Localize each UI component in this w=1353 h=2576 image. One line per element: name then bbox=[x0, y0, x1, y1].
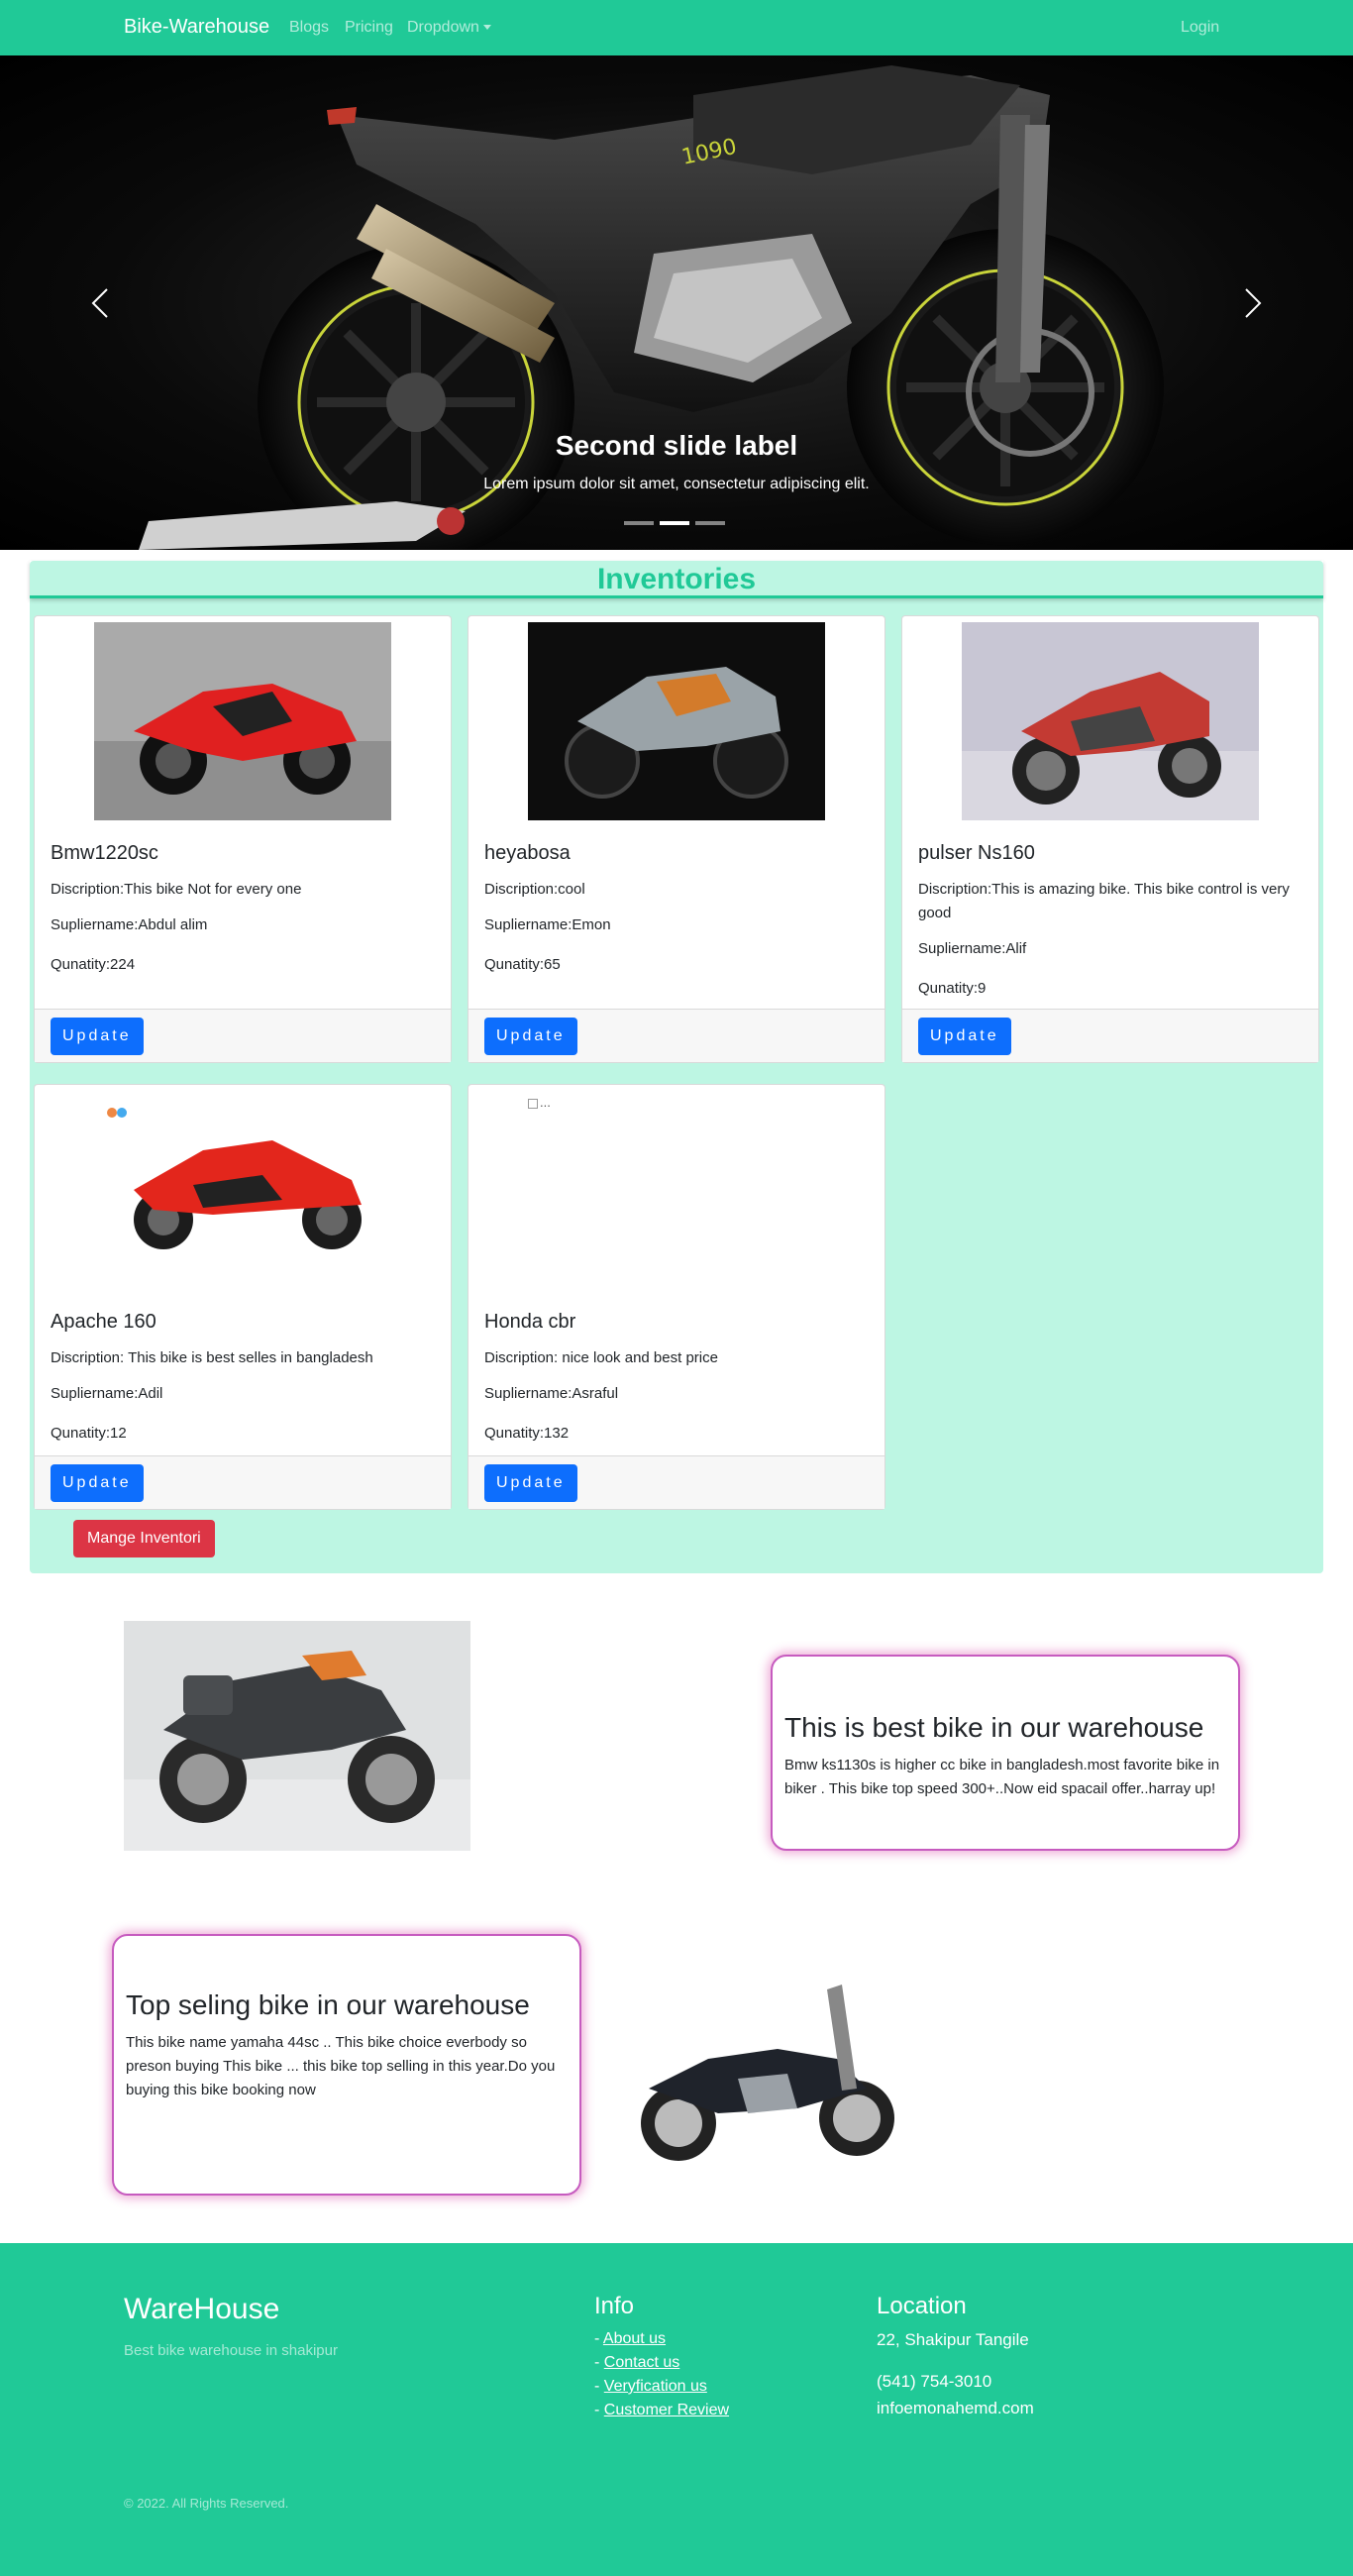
item-quantity: Qunatity:12 bbox=[51, 1425, 127, 1442]
item-description: Discription:This is amazing bike. This b… bbox=[918, 881, 1290, 921]
footer-email: infoemonahemd.com bbox=[877, 2399, 1034, 2417]
carousel-next-icon[interactable] bbox=[1232, 283, 1272, 323]
item-quantity: Qunatity:9 bbox=[918, 980, 987, 997]
bike-image-bmw bbox=[94, 622, 391, 820]
inventory-card: ... Honda cbr Discription: nice look and… bbox=[468, 1084, 885, 1510]
feature-bike-image-1 bbox=[124, 1621, 470, 1851]
update-button[interactable]: Update bbox=[51, 1464, 144, 1502]
inventory-title: Inventories bbox=[30, 561, 1323, 598]
verification-link[interactable]: Veryfication us bbox=[604, 2378, 707, 2395]
item-supplier: Supliername:Adil bbox=[51, 1385, 163, 1402]
update-button[interactable]: Update bbox=[484, 1018, 577, 1055]
feature-card-1: This is best bike in our warehouse Bmw k… bbox=[771, 1655, 1240, 1851]
inventory-card: Apache 160 Discription: This bike is bes… bbox=[34, 1084, 452, 1510]
feature-title: Top seling bike in our warehouse bbox=[126, 1989, 530, 2020]
footer-info-title: Info bbox=[594, 2293, 635, 2319]
bike-image-apache bbox=[94, 1091, 391, 1289]
item-supplier: Supliername:Abdul alim bbox=[51, 916, 208, 933]
update-button[interactable]: Update bbox=[51, 1018, 144, 1055]
footer-copyright: © 2022. All Rights Reserved. bbox=[124, 2496, 289, 2511]
footer-link-review: - Customer Review bbox=[594, 2402, 730, 2418]
feature-card-2: Top seling bike in our warehouse This bi… bbox=[112, 1934, 581, 2196]
feature-text: This bike name yamaha 44sc .. This bike … bbox=[126, 2034, 556, 2098]
caret-down-icon bbox=[482, 25, 491, 31]
hero-carousel: 1090 Second slide label Lorem ipsum dolo… bbox=[0, 55, 1353, 550]
card-footer: Update bbox=[35, 1455, 451, 1509]
footer-link-contact: - Contact us bbox=[594, 2354, 680, 2371]
contact-us-link[interactable]: Contact us bbox=[604, 2354, 679, 2371]
carousel-indicators bbox=[624, 521, 725, 525]
item-name: Bmw1220sc bbox=[51, 842, 158, 864]
footer-link-about: - About us bbox=[594, 2330, 667, 2347]
nav-dropdown-label: Dropdown bbox=[407, 19, 479, 36]
footer-link-verification: - Veryfication us bbox=[594, 2378, 707, 2395]
footer: WareHouse Best bike warehouse in shakipu… bbox=[0, 2243, 1353, 2576]
bike-image-pulser bbox=[962, 622, 1259, 820]
inventory-card: pulser Ns160 Discription:This is amazing… bbox=[901, 615, 1319, 1063]
feature-text: Bmw ks1130s is higher cc bike in banglad… bbox=[784, 1757, 1220, 1797]
feature-title: This is best bike in our warehouse bbox=[784, 1712, 1204, 1743]
item-description: Discription: nice look and best price bbox=[484, 1349, 718, 1366]
update-button[interactable]: Update bbox=[918, 1018, 1011, 1055]
login-link[interactable]: Login bbox=[1181, 19, 1219, 37]
carousel-caption-title: Second slide label bbox=[555, 430, 798, 461]
item-description: Discription:This bike Not for every one bbox=[51, 881, 302, 898]
customer-review-link[interactable]: Customer Review bbox=[604, 2402, 729, 2418]
update-button[interactable]: Update bbox=[484, 1464, 577, 1502]
footer-address: 22, Shakipur Tangile bbox=[877, 2330, 1029, 2349]
broken-image-icon: ... bbox=[528, 1095, 551, 1110]
brand-link[interactable]: Bike-Warehouse bbox=[124, 16, 269, 39]
item-quantity: Qunatity:224 bbox=[51, 956, 136, 973]
carousel-prev-icon[interactable] bbox=[81, 283, 121, 323]
footer-phone: (541) 754-3010 bbox=[877, 2372, 992, 2391]
broken-image-alt: ... bbox=[540, 1095, 551, 1110]
card-footer: Update bbox=[902, 1009, 1318, 1062]
nav-link-pricing[interactable]: Pricing bbox=[345, 19, 393, 37]
item-description: Discription: This bike is best selles in… bbox=[51, 1349, 373, 1366]
carousel-indicator-3[interactable] bbox=[695, 521, 725, 525]
item-name: Apache 160 bbox=[51, 1311, 156, 1333]
carousel-indicator-1[interactable] bbox=[624, 521, 654, 525]
item-supplier: Supliername:Asraful bbox=[484, 1385, 619, 1402]
item-name: pulser Ns160 bbox=[918, 842, 1035, 864]
carousel-caption-text: Lorem ipsum dolor sit amet, consectetur … bbox=[483, 476, 870, 492]
item-description: Discription:cool bbox=[484, 881, 585, 898]
carousel-indicator-2[interactable] bbox=[660, 521, 689, 525]
item-name: heyabosa bbox=[484, 842, 571, 864]
footer-location-title: Location bbox=[877, 2293, 967, 2319]
item-quantity: Qunatity:132 bbox=[484, 1425, 570, 1442]
card-footer: Update bbox=[468, 1009, 885, 1062]
inventory-section: Inventories Bmw1220sc Discription:This b… bbox=[30, 561, 1323, 1573]
manage-inventory-button[interactable]: Mange Inventori bbox=[73, 1520, 215, 1557]
item-name: Honda cbr bbox=[484, 1311, 576, 1333]
card-footer: Update bbox=[35, 1009, 451, 1062]
item-supplier: Supliername:Emon bbox=[484, 916, 611, 933]
feature-bike-image-2 bbox=[619, 1960, 916, 2180]
item-supplier: Supliername:Alif bbox=[918, 940, 1027, 957]
footer-brand: WareHouse bbox=[124, 2293, 280, 2325]
inventory-card: heyabosa Discription:cool Supliername:Em… bbox=[468, 615, 885, 1063]
inventory-card: Bmw1220sc Discription:This bike Not for … bbox=[34, 615, 452, 1063]
navbar: Bike-Warehouse Blogs Pricing Dropdown Lo… bbox=[0, 0, 1353, 55]
nav-link-blogs[interactable]: Blogs bbox=[289, 19, 329, 37]
footer-tagline: Best bike warehouse in shakipur bbox=[124, 2342, 338, 2359]
item-quantity: Qunatity:65 bbox=[484, 956, 561, 973]
nav-dropdown-toggle[interactable]: Dropdown bbox=[407, 19, 491, 37]
bike-image-heyabosa bbox=[528, 622, 825, 820]
about-us-link[interactable]: About us bbox=[603, 2330, 666, 2347]
card-footer: Update bbox=[468, 1455, 885, 1509]
